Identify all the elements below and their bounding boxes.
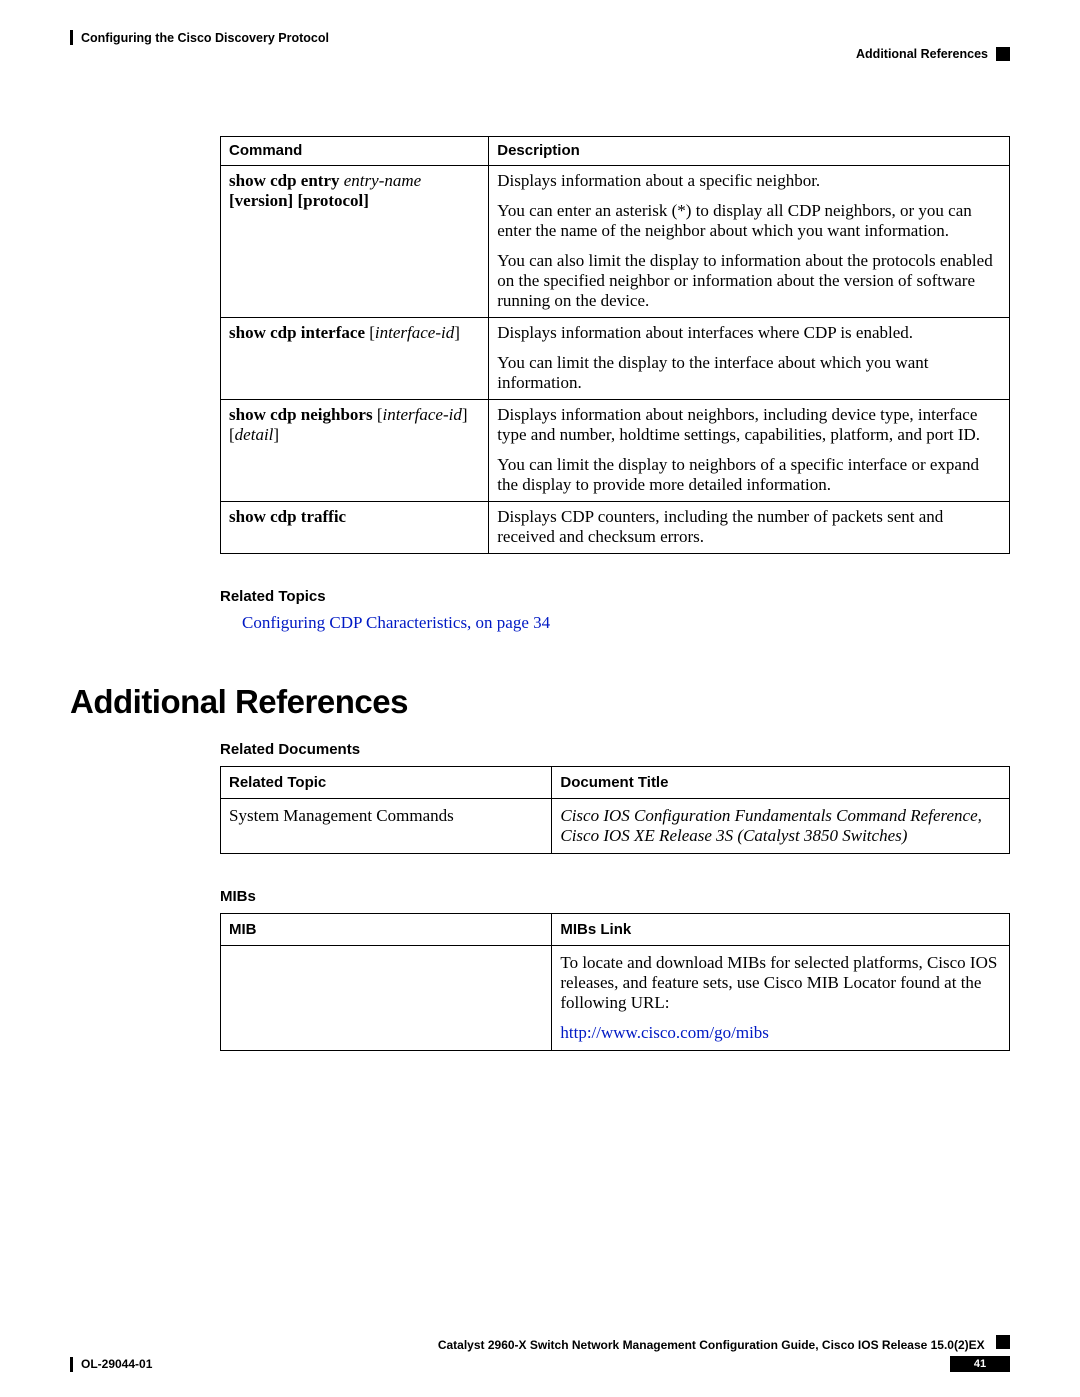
th-command: Command [221,137,489,166]
header-right: Additional References [856,30,1010,61]
mibs-link-cell: To locate and download MIBs for selected… [552,946,1010,1051]
related-topic-cell: System Management Commands [221,799,552,854]
footer-ol-number: OL-29044-01 [81,1357,152,1371]
mibs-heading: MIBs [220,888,1010,905]
description-cell: Displays information about a specific ne… [489,166,1010,318]
footer-square-icon [996,1335,1010,1349]
th-related-topic: Related Topic [221,767,552,799]
table-row: show cdp entry entry-name [version] [pro… [221,166,1010,318]
th-description: Description [489,137,1010,166]
chapter-title: Configuring the Cisco Discovery Protocol [81,31,329,45]
table-row: System Management Commands Cisco IOS Con… [221,799,1010,854]
table-row: show cdp neighbors [interface-id] [detai… [221,400,1010,502]
related-topic-link[interactable]: Configuring CDP Characteristics, on page… [242,613,550,632]
header-chapter: Configuring the Cisco Discovery Protocol [70,30,329,45]
page-footer: Catalyst 2960-X Switch Network Managemen… [0,1335,1080,1372]
header-bar-icon [70,30,73,45]
section-heading: Additional References [70,683,1010,721]
page-content: Command Description show cdp entry entry… [70,136,1010,1051]
description-cell: Displays CDP counters, including the num… [489,502,1010,554]
command-table: Command Description show cdp entry entry… [220,136,1010,554]
mibs-url-link[interactable]: http://www.cisco.com/go/mibs [560,1023,769,1042]
command-cell: show cdp interface [[interface-id]interf… [221,318,489,400]
section-title-header: Additional References [856,47,988,61]
related-documents-table: Related Topic Document Title System Mana… [220,766,1010,854]
related-documents-heading: Related Documents [220,741,1010,758]
table-row: show cdp traffic Displays CDP counters, … [221,502,1010,554]
footer-bar-icon [70,1357,73,1372]
command-cell: show cdp entry entry-name [version] [pro… [221,166,489,318]
table-row: To locate and download MIBs for selected… [221,946,1010,1051]
page-number: 41 [950,1356,1010,1372]
command-cell: show cdp neighbors [interface-id] [detai… [221,400,489,502]
footer-guide-title: Catalyst 2960-X Switch Network Managemen… [438,1338,985,1352]
description-cell: Displays information about interfaces wh… [489,318,1010,400]
command-cell: show cdp traffic [221,502,489,554]
document-page: Configuring the Cisco Discovery Protocol… [0,0,1080,1397]
th-document-title: Document Title [552,767,1010,799]
header-square-icon [996,47,1010,61]
table-row: show cdp interface [[interface-id]interf… [221,318,1010,400]
related-topics-heading: Related Topics [220,588,1010,605]
mibs-table: MIB MIBs Link To locate and download MIB… [220,913,1010,1051]
document-title-cell: Cisco IOS Configuration Fundamentals Com… [552,799,1010,854]
th-mibs-link: MIBs Link [552,914,1010,946]
footer-ol: OL-29044-01 [70,1357,152,1372]
mib-cell [221,946,552,1051]
description-cell: Displays information about neighbors, in… [489,400,1010,502]
th-mib: MIB [221,914,552,946]
page-header: Configuring the Cisco Discovery Protocol… [70,30,1010,61]
